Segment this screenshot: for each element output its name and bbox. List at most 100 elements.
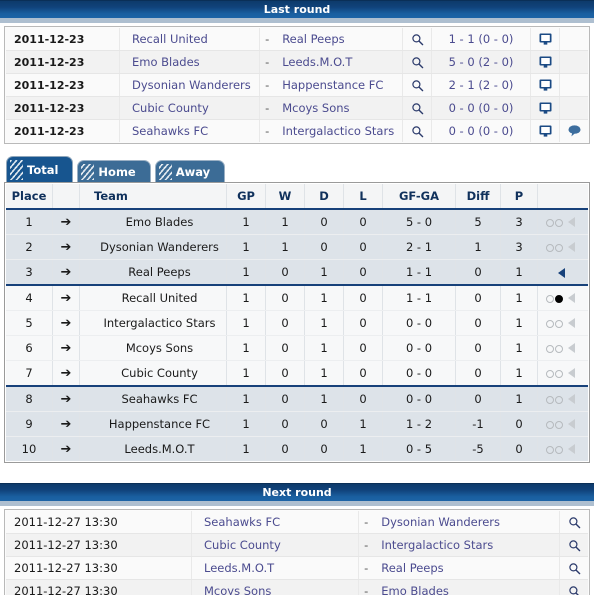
match-tv-button[interactable] — [530, 96, 560, 120]
match-details-button[interactable] — [402, 96, 432, 120]
match-details-button[interactable] — [402, 28, 432, 51]
row-form[interactable] — [537, 335, 588, 361]
standings-row[interactable]: 7 ➔ Cubic County 1 0 1 0 0 - 001 — [6, 360, 588, 387]
search-icon[interactable] — [568, 585, 581, 595]
home-team-link[interactable]: Emo Blades — [119, 50, 261, 74]
away-team-link[interactable]: Intergalactico Stars — [274, 119, 403, 142]
row-form[interactable] — [537, 360, 588, 387]
away-team-link[interactable]: Emo Blades — [373, 579, 560, 595]
tv-monitor-icon[interactable] — [539, 102, 552, 114]
row-team-link[interactable]: Emo Blades — [79, 209, 227, 235]
form-expand-icon[interactable] — [568, 217, 575, 228]
row-form[interactable] — [537, 411, 588, 437]
row-form[interactable] — [537, 209, 588, 235]
row-team-link[interactable]: Mcoys Sons — [79, 335, 227, 361]
search-icon[interactable] — [411, 102, 424, 115]
row-form[interactable] — [537, 436, 588, 461]
home-team-link[interactable]: Mcoys Sons — [191, 579, 360, 595]
standings-row[interactable]: 10 ➔ Leeds.M.O.T 1 0 0 1 0 - 5 -5 0 — [6, 436, 588, 461]
search-icon[interactable] — [411, 125, 424, 138]
row-team-link[interactable]: Intergalactico Stars — [79, 310, 227, 336]
row-team-link[interactable]: Real Peeps — [79, 259, 227, 286]
search-icon[interactable] — [568, 539, 581, 552]
away-team-link[interactable]: Happenstance FC — [274, 73, 403, 97]
standings-row[interactable]: 3 ➔ Real Peeps 1 0 1 0 1 - 101 — [6, 259, 588, 286]
form-expand-icon[interactable] — [568, 293, 575, 304]
row-team-link[interactable]: Leeds.M.O.T — [79, 436, 227, 461]
form-expand-icon[interactable] — [568, 318, 575, 329]
match-tv-button[interactable] — [530, 119, 560, 142]
match-tv-button[interactable] — [530, 73, 560, 97]
row-form[interactable] — [537, 285, 588, 311]
away-team-link[interactable]: Leeds.M.O.T — [274, 50, 403, 74]
row-team-link[interactable]: Dysonian Wanderers — [79, 234, 227, 260]
column-header-place[interactable]: Place — [6, 184, 53, 210]
standings-row[interactable]: 4 ➔ Recall United 1 0 1 0 1 - 101 — [6, 285, 588, 311]
standings-row[interactable]: 2 ➔ Dysonian Wanderers 1 1 0 0 2 - 113 — [6, 234, 588, 260]
home-team-link[interactable]: Seahawks FC — [119, 119, 261, 142]
column-header-team[interactable]: Team — [79, 184, 227, 210]
search-icon[interactable] — [411, 79, 424, 92]
match-details-button[interactable] — [559, 556, 588, 580]
row-team-link[interactable]: Recall United — [79, 285, 227, 311]
row-form[interactable] — [537, 259, 588, 286]
tv-monitor-icon[interactable] — [539, 56, 552, 68]
form-expand-icon[interactable] — [568, 368, 575, 379]
row-form[interactable] — [537, 234, 588, 260]
tab-total[interactable]: Total — [6, 156, 74, 182]
column-header-d[interactable]: D — [304, 184, 344, 210]
search-icon[interactable] — [411, 56, 424, 69]
search-icon[interactable] — [411, 33, 424, 46]
home-team-link[interactable]: Cubic County — [119, 96, 261, 120]
column-header-gp[interactable]: GP — [226, 184, 266, 210]
column-header-l[interactable]: L — [343, 184, 383, 210]
match-tv-button[interactable] — [530, 28, 560, 51]
match-tv-button[interactable] — [530, 50, 560, 74]
match-details-button[interactable] — [559, 511, 588, 534]
search-icon[interactable] — [568, 516, 581, 529]
column-header-diff[interactable]: Diff — [455, 184, 501, 210]
home-team-link[interactable]: Leeds.M.O.T — [191, 556, 360, 580]
standings-row[interactable]: 8 ➔ Seahawks FC 1 0 1 0 0 - 001 — [6, 386, 588, 412]
standings-row[interactable]: 6 ➔ Mcoys Sons 1 0 1 0 0 - 001 — [6, 335, 588, 361]
tab-home[interactable]: Home — [77, 160, 151, 182]
home-team-link[interactable]: Dysonian Wanderers — [119, 73, 261, 97]
row-form[interactable] — [537, 386, 588, 412]
form-expand-icon[interactable] — [557, 267, 565, 278]
form-expand-icon[interactable] — [568, 419, 575, 430]
form-expand-icon[interactable] — [568, 444, 575, 455]
away-team-link[interactable]: Real Peeps — [274, 28, 403, 51]
away-team-link[interactable]: Dysonian Wanderers — [373, 511, 560, 534]
row-team-link[interactable]: Seahawks FC — [79, 386, 227, 412]
home-team-link[interactable]: Cubic County — [191, 533, 360, 557]
away-team-link[interactable]: Real Peeps — [373, 556, 560, 580]
tv-monitor-icon[interactable] — [539, 125, 552, 137]
tv-monitor-icon[interactable] — [539, 79, 552, 91]
tab-away[interactable]: Away — [154, 160, 226, 182]
row-team-link[interactable]: Cubic County — [79, 360, 227, 387]
form-expand-icon[interactable] — [568, 242, 575, 253]
search-icon[interactable] — [568, 562, 581, 575]
away-team-link[interactable]: Intergalactico Stars — [373, 533, 560, 557]
match-details-button[interactable] — [559, 533, 588, 557]
column-header-p[interactable]: P — [500, 184, 538, 210]
form-expand-icon[interactable] — [568, 343, 575, 354]
standings-row[interactable]: 1 ➔ Emo Blades 1 1 0 0 5 - 053 — [6, 209, 588, 235]
form-expand-icon[interactable] — [568, 394, 575, 405]
home-team-link[interactable]: Recall United — [119, 28, 261, 51]
away-team-link[interactable]: Mcoys Sons — [274, 96, 403, 120]
column-header-gf-ga[interactable]: GF-GA — [382, 184, 456, 210]
column-header-w[interactable]: W — [265, 184, 305, 210]
match-comment-button[interactable] — [559, 119, 588, 142]
tv-monitor-icon[interactable] — [539, 33, 552, 45]
row-form[interactable] — [537, 310, 588, 336]
match-details-button[interactable] — [402, 119, 432, 142]
row-team-link[interactable]: Happenstance FC — [79, 411, 227, 437]
speech-bubble-icon[interactable] — [568, 125, 581, 137]
match-details-button[interactable] — [402, 50, 432, 74]
standings-row[interactable]: 9 ➔ Happenstance FC 1 0 0 1 1 - 2 -1 0 — [6, 411, 588, 437]
match-details-button[interactable] — [559, 579, 588, 595]
home-team-link[interactable]: Seahawks FC — [191, 511, 360, 534]
match-details-button[interactable] — [402, 73, 432, 97]
standings-row[interactable]: 5 ➔ Intergalactico Stars 1 0 1 0 0 - 001 — [6, 310, 588, 336]
